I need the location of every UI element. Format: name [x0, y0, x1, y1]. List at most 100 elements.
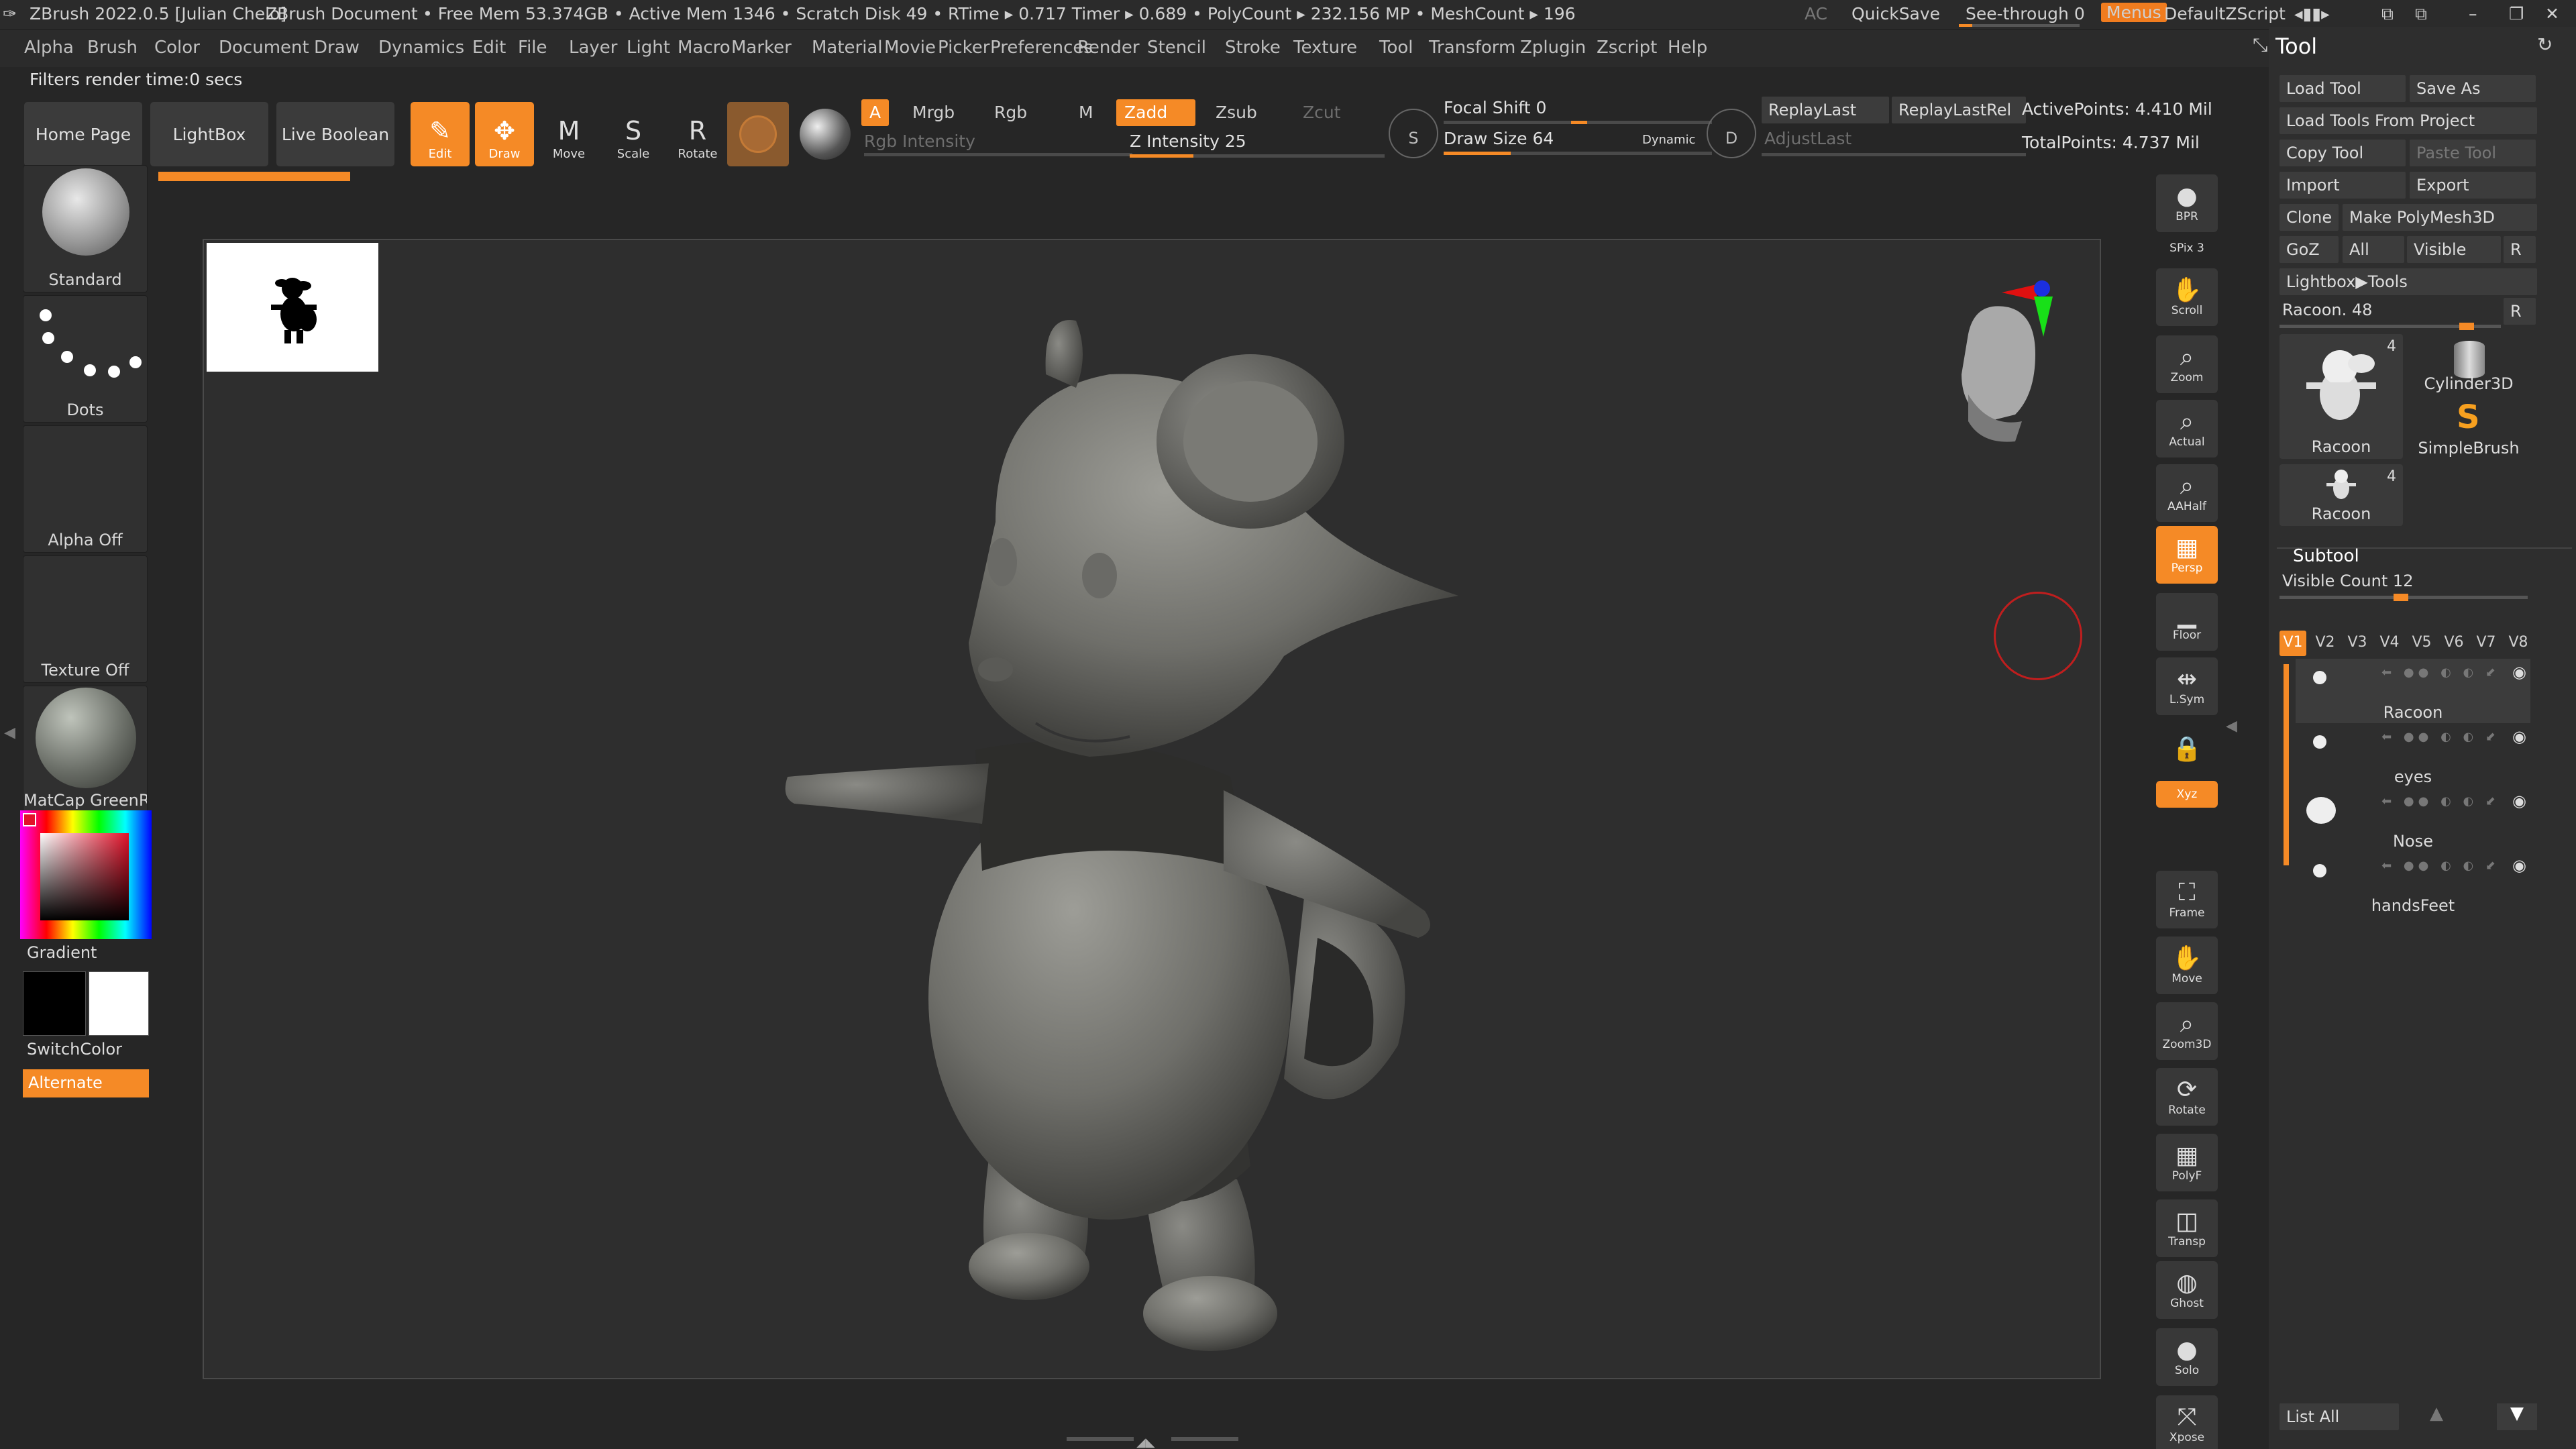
subtool-item-nose[interactable]: ⬅ ●● ◐ ◐ ⬋ ◉ Nose [2296, 788, 2530, 852]
home-page-button[interactable]: Home Page [24, 102, 142, 166]
gradient-label[interactable]: Gradient [27, 943, 97, 962]
rgb-intensity-slider[interactable]: Rgb Intensity [864, 131, 975, 151]
transp-button[interactable]: ◫ Transp [2156, 1199, 2218, 1257]
tool-thumb-simplebrush[interactable]: S SimpleBrush [2407, 398, 2530, 460]
version-v1-button[interactable]: V1 [2279, 631, 2306, 656]
import-button[interactable]: Import [2279, 172, 2406, 199]
menu-item-document[interactable]: Document [219, 38, 309, 58]
maximize-icon[interactable]: ❐ [2509, 4, 2524, 23]
paste-tool-button[interactable]: Paste Tool [2410, 140, 2536, 166]
secondary-color-swatch[interactable] [23, 971, 86, 1036]
version-v8-button[interactable]: V8 [2505, 631, 2532, 656]
menu-item-tool[interactable]: Tool [1379, 38, 1413, 58]
live-boolean-button[interactable]: Live Boolean [276, 102, 394, 166]
move-tool-button[interactable]: M Move [539, 102, 598, 166]
menu-item-help[interactable]: Help [1668, 38, 1707, 58]
subtool-item-eyes[interactable]: ⬅ ●● ◐ ◐ ⬋ ◉ eyes [2296, 723, 2530, 788]
scroll-button[interactable]: ✋ Scroll [2156, 268, 2218, 326]
menu-item-zscript[interactable]: Zscript [1597, 38, 1657, 58]
alpha-slot[interactable]: Alpha Off [23, 425, 148, 553]
alternate-button[interactable]: Alternate [23, 1069, 149, 1097]
replay-last-button[interactable]: ReplayLast [1762, 97, 1889, 123]
material-slot[interactable]: MatCap GreenRo [23, 686, 148, 813]
move-button[interactable]: ✋ Move [2156, 936, 2218, 994]
aahalf-button[interactable]: ⌕ AAHalf [2156, 464, 2218, 522]
window-icon-2[interactable]: ⧉ [2415, 4, 2427, 24]
scale-tool-button[interactable]: S Scale [604, 102, 663, 166]
zcut-toggle[interactable]: Zcut [1295, 99, 1349, 126]
menu-item-movie[interactable]: Movie [884, 38, 936, 58]
rgb-toggle[interactable]: Rgb [986, 99, 1035, 126]
lightbox-tools-button[interactable]: Lightbox▶Tools [2279, 268, 2537, 295]
rotate-tool-button[interactable]: R Rotate [668, 102, 727, 166]
a-toggle[interactable]: A [861, 99, 890, 126]
goz-r-button[interactable]: R [2504, 236, 2536, 263]
focal-shift-icon[interactable]: S [1389, 109, 1438, 158]
move-up-icon[interactable]: ▲ [2430, 1403, 2443, 1424]
version-v2-button[interactable]: V2 [2312, 631, 2339, 656]
adjust-last-slider[interactable]: AdjustLast [1764, 129, 1851, 148]
copy-tool-button[interactable]: Copy Tool [2279, 140, 2406, 166]
color-picker[interactable] [20, 810, 152, 939]
brush-slot[interactable]: Standard [23, 165, 148, 292]
draw-tool-button[interactable]: ✥ Draw [475, 102, 534, 166]
material-sphere-icon[interactable] [727, 102, 789, 166]
reset-icon[interactable]: ↻ [2537, 34, 2553, 56]
see-through-slider[interactable]: See-through 0 [1966, 4, 2085, 23]
color-saturation-square[interactable] [40, 833, 129, 920]
actual-button[interactable]: ⌕ Actual [2156, 400, 2218, 458]
replay-last-rel-button[interactable]: ReplayLastRel [1892, 97, 2026, 123]
export-button[interactable]: Export [2410, 172, 2536, 199]
menu-item-file[interactable]: File [518, 38, 547, 58]
close-icon[interactable]: ✕ [2545, 4, 2559, 23]
save-as-button[interactable]: Save As [2410, 75, 2536, 102]
ghost-button[interactable]: ◍ Ghost [2156, 1261, 2218, 1319]
subtool-toggles[interactable]: ⬅ ●● ◐ ◐ ⬋ [2381, 730, 2500, 744]
menu-item-texture[interactable]: Texture [1293, 38, 1357, 58]
clone-button[interactable]: Clone [2279, 204, 2339, 231]
subtool-toggles[interactable]: ⬅ ●● ◐ ◐ ⬋ [2381, 859, 2500, 873]
visibility-eye-icon[interactable]: ◉ [2512, 856, 2526, 875]
floor-button[interactable]: ▁ Floor [2156, 593, 2218, 651]
subtool-scrollbar[interactable] [2284, 664, 2289, 865]
subtool-toggles[interactable]: ⬅ ●● ◐ ◐ ⬋ [2381, 794, 2500, 808]
dynamic-toggle[interactable]: Dynamic [1642, 133, 1695, 147]
tool-palette-title[interactable]: Tool [2275, 34, 2317, 59]
pin-icon[interactable]: ⤡ [2253, 34, 2267, 56]
rotate-button[interactable]: ⟳ Rotate [2156, 1068, 2218, 1126]
focal-shift-slider[interactable]: Focal Shift 0 [1444, 98, 1546, 117]
collapse-left-icon[interactable]: ◀ [2226, 718, 2237, 735]
script-name[interactable]: DefaultZScript [2164, 4, 2286, 23]
edit-tool-button[interactable]: ✎ Edit [411, 102, 470, 166]
menu-item-layer[interactable]: Layer [569, 38, 618, 58]
ac-label[interactable]: AC [1805, 4, 1827, 23]
load-tools-from-project-button[interactable]: Load Tools From Project [2279, 107, 2537, 134]
list-all-button[interactable]: List All [2279, 1403, 2399, 1430]
gradient-sphere-icon[interactable] [800, 109, 851, 160]
lightbox-button[interactable]: LightBox [150, 102, 268, 166]
l-sym-button[interactable]: ⇹ L.Sym [2156, 657, 2218, 715]
version-v5-button[interactable]: V5 [2408, 631, 2435, 656]
draw-size-slider[interactable]: Draw Size 64 [1444, 129, 1554, 148]
menu-item-material[interactable]: Material [812, 38, 883, 58]
tool-thumb-racoon-2[interactable]: 4 Racoon [2279, 464, 2403, 526]
solo-button[interactable]: ● Solo [2156, 1328, 2218, 1386]
menu-item-picker[interactable]: Picker [938, 38, 989, 58]
menu-item-edit[interactable]: Edit [472, 38, 506, 58]
version-v3-button[interactable]: V3 [2344, 631, 2371, 656]
make-polymesh3d-button[interactable]: Make PolyMesh3D [2343, 204, 2537, 231]
current-tool-slider[interactable]: Racoon. 48 [2282, 301, 2372, 319]
polyf-button[interactable]: ▦ PolyF [2156, 1134, 2218, 1191]
zsub-toggle[interactable]: Zsub [1208, 99, 1265, 126]
xpose-button[interactable]: ⤧ Xpose [2156, 1395, 2218, 1449]
goz-all-button[interactable]: All [2343, 236, 2404, 263]
racoon-model[interactable] [204, 240, 2100, 1378]
version-v7-button[interactable]: V7 [2473, 631, 2500, 656]
goz-visible-button[interactable]: Visible [2407, 236, 2501, 263]
menu-item-draw[interactable]: Draw [314, 38, 360, 58]
menu-item-macro[interactable]: Macro [678, 38, 731, 58]
subtool-item-racoon[interactable]: ⬅ ●● ◐ ◐ ⬋ ◉ Racoon [2296, 659, 2530, 723]
menu-item-marker[interactable]: Marker [731, 38, 792, 58]
canvas-viewport[interactable] [203, 239, 2101, 1379]
menu-item-stroke[interactable]: Stroke [1225, 38, 1281, 58]
